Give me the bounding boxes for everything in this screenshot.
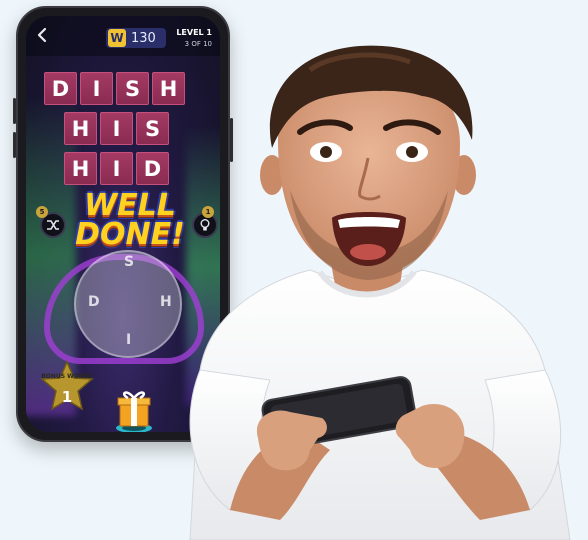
word-row-hid: H I D: [64, 152, 169, 185]
wheel-letter-left[interactable]: D: [88, 294, 100, 310]
level-title: LEVEL 1: [176, 28, 212, 37]
chevron-left-icon: [37, 27, 47, 43]
tongue: [350, 244, 386, 260]
phone-volume-down-button: [13, 132, 16, 158]
shuffle-icon: [47, 220, 59, 230]
left-pupil: [320, 146, 332, 158]
letter-tile: H: [64, 152, 97, 185]
promo-scene: W 130 LEVEL 1 3 OF 10 D I S H H I S H I: [0, 0, 588, 540]
letter-tile: I: [80, 72, 113, 105]
teeth: [338, 217, 400, 228]
coin-icon: W: [108, 29, 126, 47]
coin-count: 130: [131, 30, 156, 46]
letter-tile: H: [64, 112, 97, 145]
right-pupil: [406, 146, 418, 158]
gift-box-icon[interactable]: [114, 386, 154, 432]
letter-tile: I: [100, 152, 133, 185]
bonus-words-count: 1: [61, 388, 73, 406]
wheel-letter-bottom[interactable]: I: [126, 332, 131, 348]
letter-tile: S: [116, 72, 149, 105]
phone-volume-up-button: [13, 98, 16, 124]
back-button[interactable]: [36, 25, 48, 45]
shuffle-count-badge: 5: [36, 206, 48, 218]
coin-balance: W 130: [106, 28, 166, 48]
bonus-words-label: BONUS WORDS: [41, 373, 93, 380]
letter-tile: D: [44, 72, 77, 105]
excited-player-illustration: [189, 45, 571, 540]
letter-tile: I: [100, 112, 133, 145]
wheel-letter-top[interactable]: S: [124, 254, 134, 270]
word-row-his: H I S: [64, 112, 169, 145]
